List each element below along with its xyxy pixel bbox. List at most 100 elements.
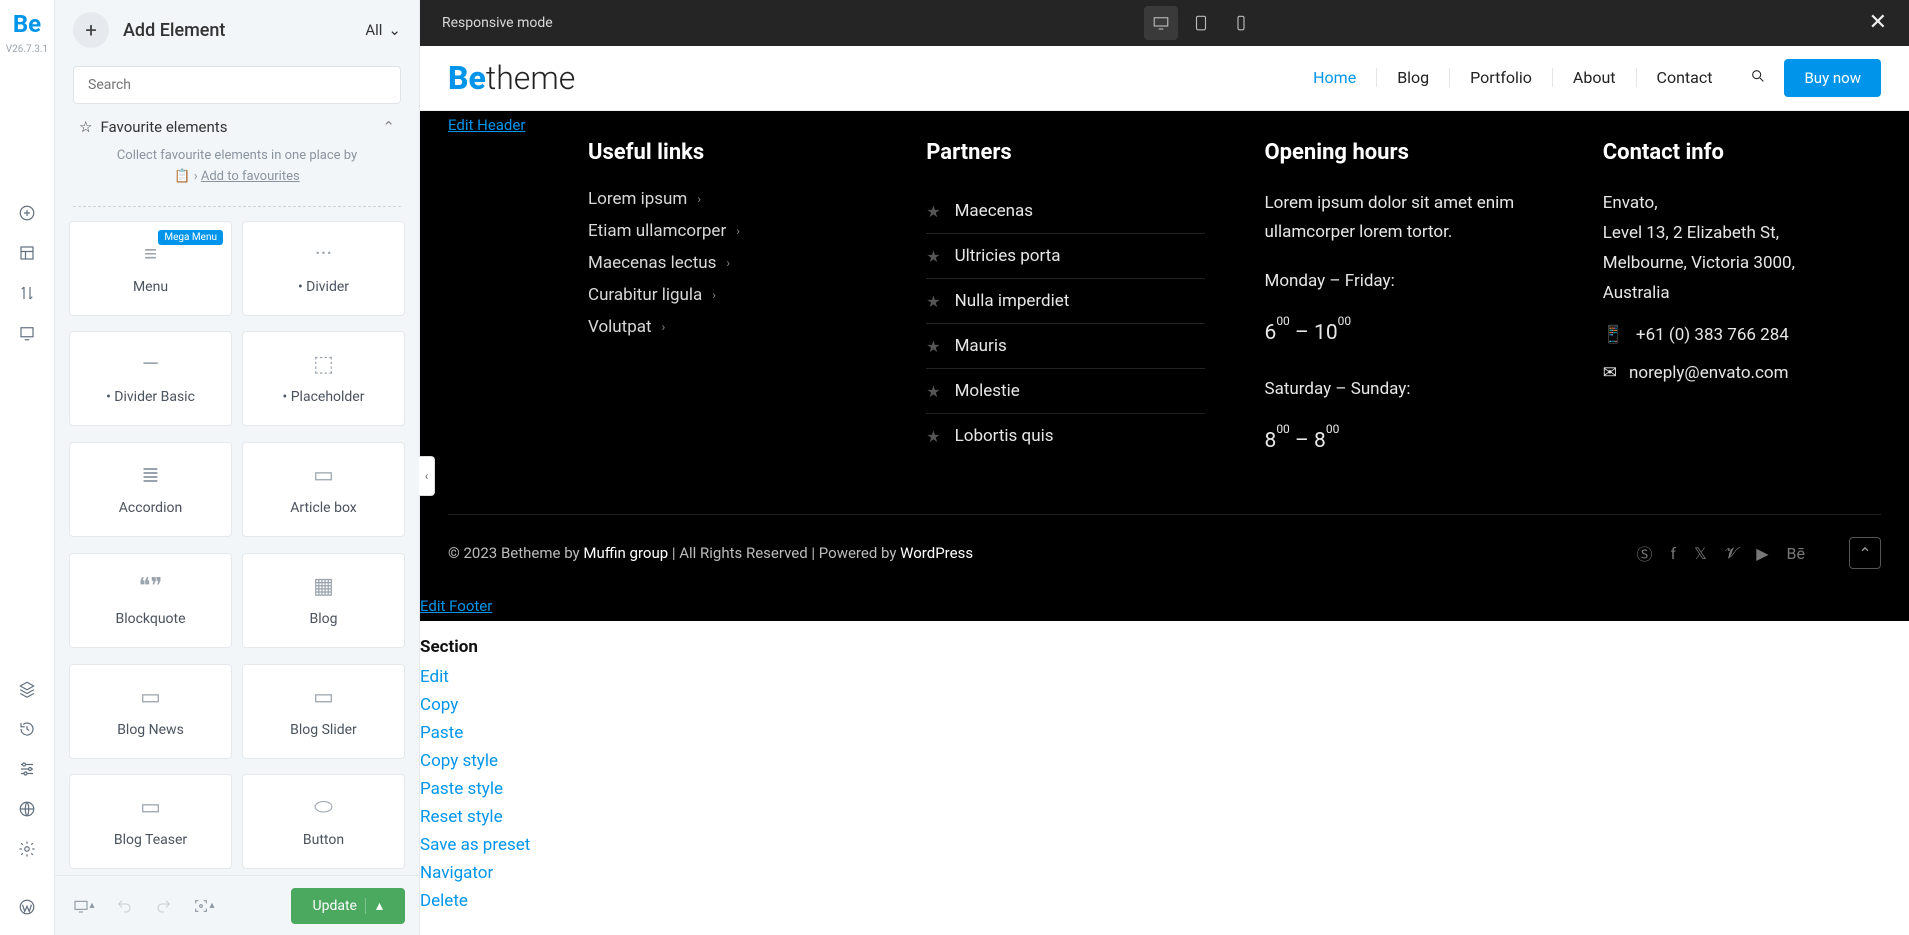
partner-row[interactable]: ★Mauris [926,324,1204,369]
element-label: • Placeholder [283,389,365,405]
footer-col-title: Opening hours [1265,140,1543,165]
undo-button[interactable] [109,891,139,921]
contact-phone[interactable]: 📱+61 (0) 383 766 284 [1603,325,1881,345]
back-to-top-button[interactable]: ⌃ [1849,537,1881,569]
search-icon[interactable] [1750,68,1766,88]
youtube-icon[interactable]: ▶ [1756,544,1768,563]
rail-sliders-icon[interactable] [9,751,45,787]
focus-button[interactable]: ▴ [189,891,219,921]
muffin-link[interactable]: Muffin group [583,544,668,562]
element-card[interactable]: Mega Menu≡Menu [69,221,232,316]
element-icon: ⬚ [313,352,334,377]
facebook-icon[interactable]: f [1670,544,1676,563]
element-icon: ❝❞ [139,574,163,599]
footer-col-title: Contact info [1603,140,1881,165]
nav-link[interactable]: Contact [1637,68,1733,87]
element-card[interactable]: ▭Blog News [69,664,232,759]
rail-layers-icon[interactable] [9,671,45,707]
context-item[interactable]: Navigator [420,859,1909,887]
rail-layout-icon[interactable] [9,235,45,271]
favourites-link[interactable]: Add to favourites [201,169,300,184]
add-element-button[interactable]: + [73,12,109,48]
nav-link[interactable]: Home [1293,68,1377,87]
context-item[interactable]: Reset style [420,803,1909,831]
app-logo[interactable]: Be [13,10,41,38]
footer-link[interactable]: Lorem ipsum› [588,189,866,209]
partner-row[interactable]: ★Maecenas [926,189,1204,234]
element-icon: ▭ [140,685,161,710]
footer-link[interactable]: Maecenas lectus› [588,253,866,273]
footer-useful-links: Useful links Lorem ipsum›Etiam ullamcorp… [448,140,866,484]
favourites-header[interactable]: ☆ Favourite elements ⌃ [73,118,401,136]
nav-link[interactable]: Portfolio [1450,68,1553,87]
element-card[interactable]: ❝❞Blockquote [69,553,232,648]
device-mobile-icon[interactable] [1224,6,1258,40]
element-card[interactable]: ▭Blog Slider [242,664,405,759]
behance-icon[interactable]: Bē [1787,544,1805,563]
rail-history-icon[interactable] [9,711,45,747]
element-label: • Divider [298,279,349,295]
nav-link[interactable]: About [1553,68,1637,87]
context-item[interactable]: Edit [420,663,1909,691]
rail-globe-icon[interactable] [9,791,45,827]
partner-row[interactable]: ★Molestie [926,369,1204,414]
footer-link[interactable]: Volutpat› [588,317,866,337]
context-item[interactable]: Delete [420,887,1909,915]
hours-weekday-label: Monday – Friday: [1265,267,1543,296]
partner-row[interactable]: ★Lobortis quis [926,414,1204,458]
app-version: V26.7.3.1 [6,44,48,55]
update-button[interactable]: Update▴ [291,888,406,924]
twitter-icon[interactable]: 𝕏 [1694,544,1707,563]
element-card[interactable]: ⬭Button [242,774,405,869]
site-logo[interactable]: Betheme [448,59,575,97]
element-card[interactable]: ▭Blog Teaser [69,774,232,869]
elements-filter[interactable]: All⌄ [365,21,401,39]
device-tablet-icon[interactable] [1184,6,1218,40]
partner-row[interactable]: ★Ultricies porta [926,234,1204,279]
element-label: • Divider Basic [106,389,195,405]
element-card[interactable]: ··· • Divider [242,221,405,316]
context-item[interactable]: Copy [420,691,1909,719]
partner-row[interactable]: ★Nulla imperdiet [926,279,1204,324]
footer-link[interactable]: Curabitur ligula› [588,285,866,305]
context-item[interactable]: Paste [420,719,1909,747]
footer-link[interactable]: Etiam ullamcorper› [588,221,866,241]
edit-footer-link[interactable]: Edit Footer [420,591,1881,621]
chevron-right-icon: › [712,288,716,302]
social-icons: Ⓢ f 𝕏 𝓥 ▶ Bē ⌃ [1636,537,1881,569]
vimeo-icon[interactable]: 𝓥 [1725,543,1738,563]
edit-header-link[interactable]: Edit Header [448,116,525,134]
collapse-sidebar-button[interactable]: ‹ [419,456,435,496]
contact-email[interactable]: ✉noreply@envato.com [1603,363,1881,383]
element-card[interactable]: ≣Accordion [69,442,232,537]
element-card[interactable]: ▦Blog [242,553,405,648]
skype-icon[interactable]: Ⓢ [1636,541,1652,565]
element-label: Blog Teaser [114,832,187,848]
clipboard-icon: 📋 [174,169,190,184]
search-input[interactable] [73,66,401,104]
device-select[interactable]: ▴ [69,891,99,921]
rail-swap-icon[interactable] [9,275,45,311]
star-icon: ★ [926,427,940,446]
context-item[interactable]: Save as preset [420,831,1909,859]
context-item[interactable]: Paste style [420,775,1909,803]
nav-link[interactable]: Blog [1377,68,1450,87]
rail-wordpress-icon[interactable] [9,889,45,925]
close-icon[interactable]: ✕ [1869,10,1887,35]
buy-now-button[interactable]: Buy now [1784,59,1881,97]
contact-line: Level 13, 2 Elizabeth St, [1603,219,1881,247]
device-desktop-icon[interactable] [1144,6,1178,40]
wordpress-link[interactable]: WordPress [900,544,973,562]
element-card[interactable]: ▭Article box [242,442,405,537]
rail-template-icon[interactable] [9,315,45,351]
context-item[interactable]: Copy style [420,747,1909,775]
element-label: Article box [290,500,356,516]
star-icon: ★ [926,382,940,401]
redo-button[interactable] [149,891,179,921]
rail-gear-icon[interactable] [9,831,45,867]
element-card[interactable]: ⬚ • Placeholder [242,331,405,426]
rail-add-icon[interactable] [9,195,45,231]
element-card[interactable]: —• Divider Basic [69,331,232,426]
chevron-right-icon: › [697,192,701,206]
element-icon: ··· [315,242,332,267]
